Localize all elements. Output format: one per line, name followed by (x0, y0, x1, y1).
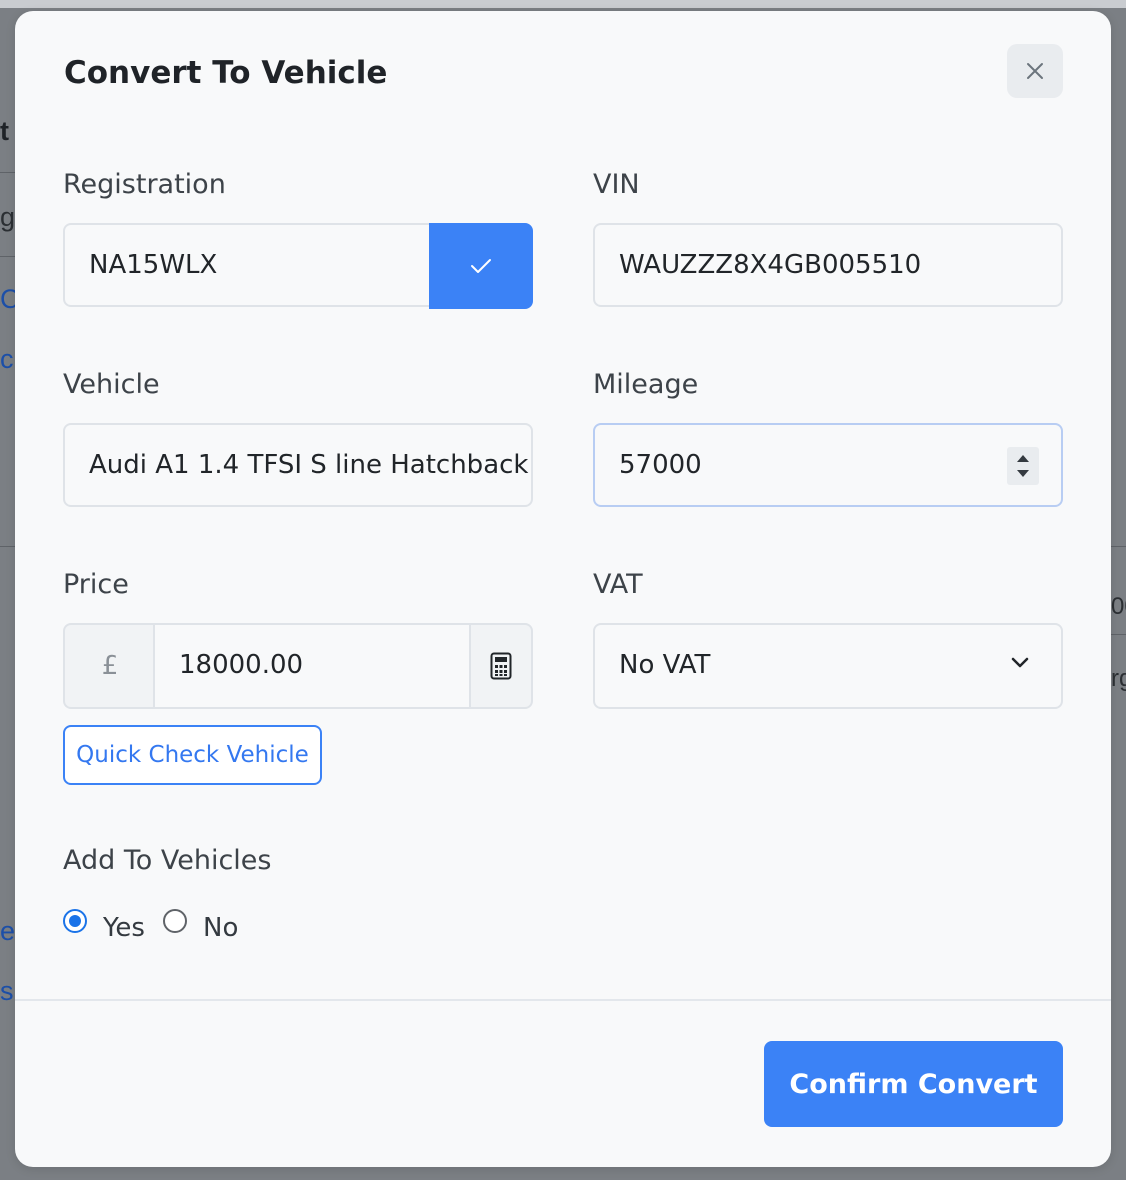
background-text-fragment: rg (1111, 665, 1126, 692)
calculator-button[interactable] (469, 623, 533, 709)
registration-label: Registration (63, 169, 226, 200)
background-link-fragment: er (0, 916, 15, 946)
background-text-fragment: 00 (1111, 593, 1126, 620)
quick-check-vehicle-button[interactable]: Quick Check Vehicle (63, 725, 322, 785)
modal-title: Convert To Vehicle (64, 55, 388, 91)
registration-lookup-button[interactable] (429, 223, 533, 309)
background-divider (0, 172, 15, 173)
background-divider (0, 256, 15, 257)
chevron-down-icon (1011, 657, 1029, 668)
add-to-vehicles-yes-radio[interactable] (63, 909, 87, 933)
background-text-fragment: g (0, 202, 15, 232)
background-text-fragment: t (0, 116, 9, 146)
background-header-strip (0, 0, 1126, 8)
registration-input[interactable]: NA15WLX (63, 223, 431, 307)
add-to-vehicles-no-radio[interactable] (163, 909, 187, 933)
vat-label: VAT (593, 569, 643, 600)
footer-divider (15, 999, 1111, 1001)
vin-input[interactable]: WAUZZZ8X4GB005510 (593, 223, 1063, 307)
vehicle-label: Vehicle (63, 369, 160, 400)
mileage-input[interactable]: 57000 (593, 423, 1063, 507)
vat-select[interactable]: No VAT (593, 623, 1063, 709)
vin-label: VIN (593, 169, 640, 200)
price-label: Price (63, 569, 129, 600)
background-link-fragment: s (0, 976, 14, 1006)
background-divider (1111, 634, 1126, 635)
stepper-down-icon[interactable] (1016, 469, 1030, 478)
mileage-stepper[interactable] (1007, 447, 1039, 485)
price-input[interactable]: 18000.00 (153, 623, 471, 709)
close-button[interactable] (1007, 44, 1063, 98)
no-radio-label[interactable]: No (203, 911, 238, 945)
vehicle-input[interactable]: Audi A1 1.4 TFSI S line Hatchback (63, 423, 533, 507)
convert-to-vehicle-modal: Convert To Vehicle Registration NA15WLX … (15, 11, 1111, 1167)
calculator-icon (490, 652, 512, 680)
background-divider (1111, 546, 1126, 547)
mileage-label: Mileage (593, 369, 699, 400)
currency-prefix: £ (63, 623, 155, 709)
background-link-fragment: C (0, 284, 15, 314)
add-to-vehicles-label: Add To Vehicles (63, 845, 272, 876)
stepper-up-icon[interactable] (1016, 454, 1030, 463)
background-link-fragment: cl (0, 344, 15, 374)
checkmark-icon (471, 259, 491, 273)
yes-radio-label[interactable]: Yes (103, 911, 145, 945)
close-icon (1027, 63, 1043, 79)
confirm-convert-button[interactable]: Confirm Convert (764, 1041, 1063, 1127)
background-divider (0, 546, 15, 547)
